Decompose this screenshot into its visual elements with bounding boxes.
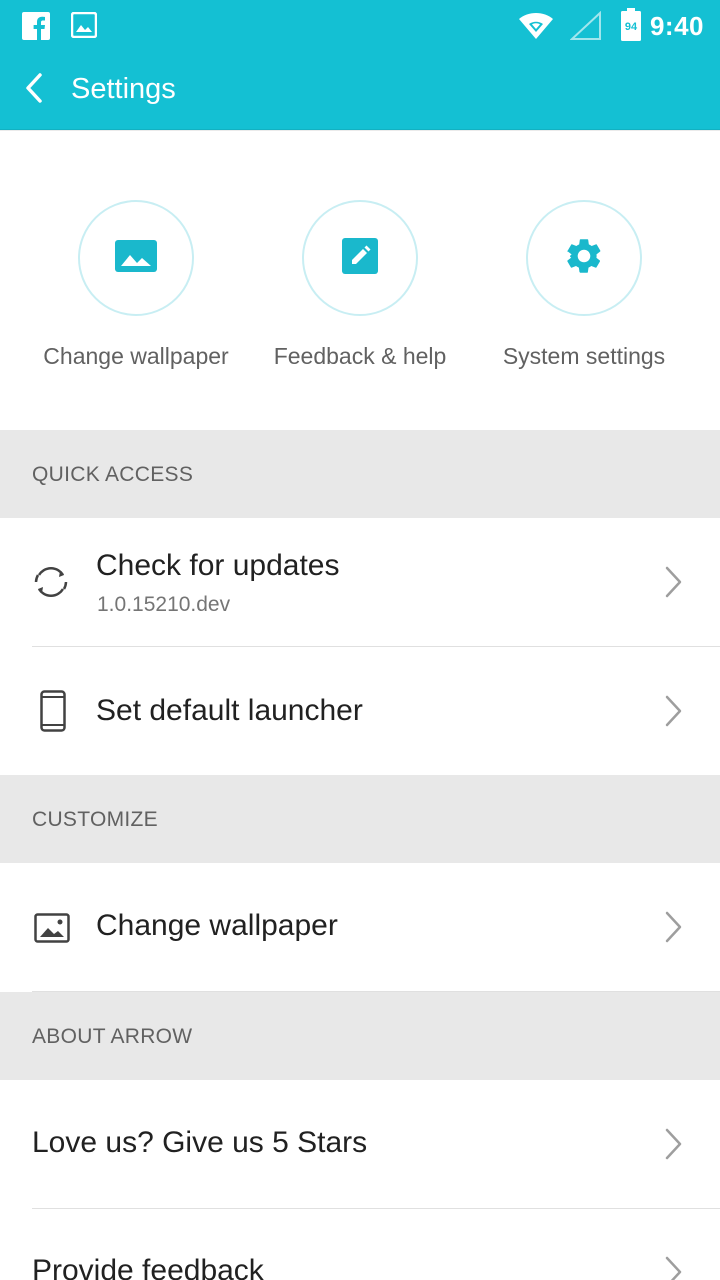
shortcut-circle [78, 200, 194, 316]
section-header-about: ABOUT ARROW [0, 992, 720, 1080]
image-icon [34, 913, 70, 948]
check-for-updates-row[interactable]: Check for updates 1.0.15210.dev [0, 518, 720, 646]
page-title: Settings [71, 73, 176, 105]
shortcut-label: Change wallpaper [43, 343, 229, 369]
rate-app-row[interactable]: Love us? Give us 5 Stars [0, 1080, 720, 1208]
section-title: ABOUT ARROW [32, 1025, 193, 1048]
section-title: QUICK ACCESS [32, 463, 194, 486]
shortcut-circle [302, 200, 418, 316]
shortcut-label: System settings [502, 343, 666, 369]
chevron-right-icon [662, 910, 684, 944]
battery-icon: 94 [620, 8, 642, 47]
row-subtitle: 1.0.15210.dev [97, 593, 231, 616]
row-title: Check for updates [96, 549, 340, 582]
chevron-right-icon [662, 1255, 684, 1280]
change-wallpaper-row[interactable]: Change wallpaper [0, 863, 720, 991]
gear-icon [563, 235, 605, 282]
shortcut-label: Feedback & help [273, 343, 447, 369]
row-title: Love us? Give us 5 Stars [32, 1126, 368, 1159]
edit-icon [342, 237, 378, 279]
provide-feedback-row[interactable]: Provide feedback [0, 1209, 720, 1280]
sync-icon [32, 563, 70, 606]
svg-text:94: 94 [625, 21, 638, 33]
row-title: Provide feedback [32, 1254, 264, 1280]
app-bar-shadow [0, 129, 720, 131]
chevron-right-icon [662, 565, 684, 599]
section-title: CUSTOMIZE [32, 808, 158, 831]
wallpaper-icon [115, 239, 157, 277]
cell-signal-icon [569, 10, 602, 46]
row-title: Set default launcher [96, 694, 363, 727]
shortcut-feedback-help[interactable]: Feedback & help [248, 200, 472, 370]
wifi-icon [518, 10, 554, 45]
shortcut-circle [526, 200, 642, 316]
shortcut-change-wallpaper[interactable]: Change wallpaper [24, 200, 248, 370]
shortcut-system-settings[interactable]: System settings [472, 200, 696, 370]
chevron-left-icon [23, 72, 45, 109]
clock: 9:40 [649, 11, 704, 41]
facebook-icon [22, 12, 50, 45]
back-button[interactable] [14, 70, 54, 110]
chevron-right-icon [662, 694, 684, 728]
section-header-customize: CUSTOMIZE [0, 775, 720, 863]
section-header-quick-access: QUICK ACCESS [0, 430, 720, 518]
image-icon [70, 11, 98, 43]
row-title: Change wallpaper [96, 909, 338, 942]
status-bar: 94 9:40 [0, 0, 720, 52]
phone-icon [40, 690, 66, 737]
chevron-right-icon [662, 1127, 684, 1161]
set-default-launcher-row[interactable]: Set default launcher [0, 647, 720, 775]
